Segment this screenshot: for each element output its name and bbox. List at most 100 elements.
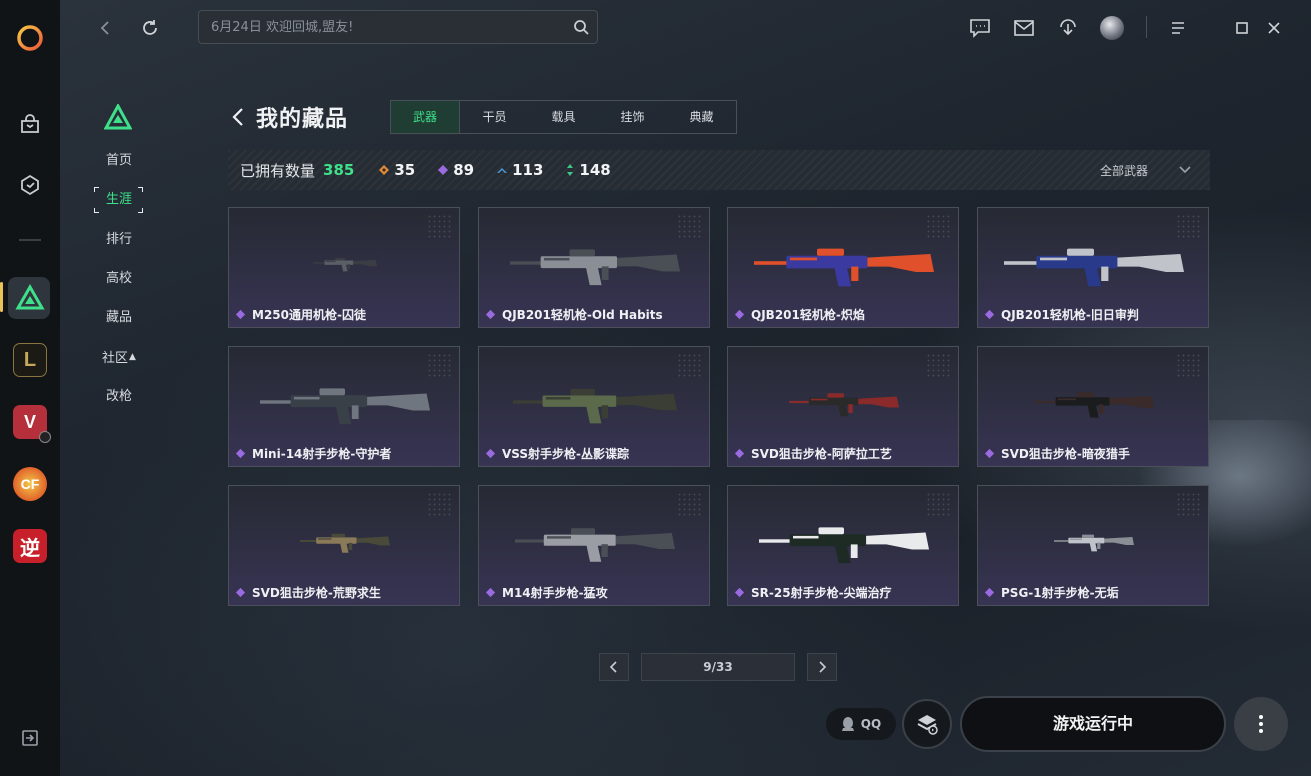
weapon-image <box>1004 248 1184 287</box>
collection-card[interactable]: SVD狙击步枪-荒野求生 <box>228 485 460 606</box>
card-caption: SVD狙击步枪-暗夜猎手 <box>984 445 1130 462</box>
weapon-name: QJB201轻机枪-炽焰 <box>751 308 865 322</box>
tab-charms[interactable]: 挂饰 <box>598 101 667 133</box>
weapon-image <box>313 257 377 272</box>
collection-card[interactable]: M250通用机枪-囚徒 <box>228 207 460 328</box>
purple-rarity-icon <box>235 309 246 320</box>
page-title: 我的藏品 <box>256 107 349 132</box>
weapon-image <box>759 527 929 564</box>
subnav-item-community-label: 社区 <box>102 351 129 366</box>
weapon-image <box>1054 534 1134 552</box>
subnav-item-home[interactable]: 首页 <box>94 148 144 174</box>
weapon-name: M14射手步枪-猛攻 <box>502 586 608 600</box>
game-running-button[interactable]: 游戏运行中 <box>960 696 1226 752</box>
menu-icon[interactable] <box>1162 12 1194 44</box>
weapon-name: M250通用机枪-囚徒 <box>252 308 366 322</box>
more-options-button[interactable] <box>1234 697 1288 751</box>
qq-penguin-icon <box>841 717 854 731</box>
league-of-legends-icon[interactable]: L <box>10 340 50 380</box>
subnav-item-gunsmith[interactable]: 改枪 <box>94 384 144 410</box>
collection-stats-bar: 已拥有数量 385 35 89 113 148 全部武器 <box>228 150 1210 190</box>
weapon-name: VSS射手步枪-丛影谍踪 <box>502 447 630 461</box>
chat-icon[interactable] <box>964 12 996 44</box>
qq-button[interactable]: QQ <box>826 708 896 740</box>
nizhan-game-icon[interactable]: 逆 <box>10 526 50 566</box>
purple-rarity-icon <box>984 448 995 459</box>
subnav-item-community[interactable]: 社区▲ <box>94 344 144 370</box>
subnav-item-collection[interactable]: 藏品 <box>94 305 144 331</box>
active-corner-br <box>138 208 143 213</box>
card-caption: QJB201轻机枪-Old Habits <box>485 306 663 323</box>
blue-chevron-icon <box>497 168 508 173</box>
download-icon[interactable] <box>1052 12 1084 44</box>
weapon-name: SVD狙击步枪-荒野求生 <box>252 586 381 600</box>
vertical-dots-icon <box>1259 715 1263 733</box>
user-avatar[interactable] <box>1096 12 1128 44</box>
page-indicator: 9/33 <box>641 653 795 681</box>
subnav-item-campus[interactable]: 高校 <box>94 266 144 292</box>
collection-card[interactable]: SVD狙击步枪-暗夜猎手 <box>977 346 1209 467</box>
collection-card[interactable]: QJB201轻机枪-旧日审判 <box>977 207 1209 328</box>
layers-button[interactable] <box>902 699 952 749</box>
weapon-image <box>754 248 934 287</box>
close-icon[interactable] <box>1258 12 1290 44</box>
collection-card[interactable]: SVD狙击步枪-阿萨拉工艺 <box>727 346 959 467</box>
delta-force-logo-icon <box>103 102 133 134</box>
nav-back-icon[interactable] <box>90 12 122 44</box>
rail-active-indicator <box>0 282 3 312</box>
tab-weapons[interactable]: 武器 <box>391 101 460 133</box>
collection-card[interactable]: VSS射手步枪-丛影谍踪 <box>478 346 710 467</box>
collection-card[interactable]: QJB201轻机枪-炽焰 <box>727 207 959 328</box>
card-caption: PSG-1射手步枪-无垢 <box>984 584 1119 601</box>
purple-rarity-icon <box>485 448 496 459</box>
maximize-icon[interactable] <box>1226 12 1258 44</box>
stat-blue-count: 113 <box>512 161 544 179</box>
refresh-icon[interactable] <box>134 12 166 44</box>
weapon-image <box>789 393 899 417</box>
tab-operators[interactable]: 干员 <box>460 101 529 133</box>
purple-rarity-icon <box>734 309 745 320</box>
card-caption: Mini-14射手步枪-守护者 <box>235 445 391 462</box>
tab-collectibles[interactable]: 典藏 <box>667 101 736 133</box>
delta-force-game-icon[interactable] <box>10 278 50 318</box>
chevron-up-icon: ▲ <box>129 352 136 362</box>
purple-rarity-icon <box>984 587 995 598</box>
search-input[interactable] <box>199 11 559 43</box>
weapon-name: SVD狙击步枪-暗夜猎手 <box>1001 447 1130 461</box>
collapse-sidebar-icon[interactable] <box>10 718 50 758</box>
store-bag-icon[interactable] <box>10 104 50 144</box>
search-icon[interactable] <box>573 19 589 35</box>
tab-vehicles[interactable]: 载具 <box>529 101 598 133</box>
valorant-game-icon[interactable]: V <box>10 402 51 443</box>
owned-count-total: 385 <box>323 161 355 179</box>
weapon-image <box>510 249 680 286</box>
orange-gem-icon <box>379 165 390 175</box>
collection-card[interactable]: PSG-1射手步枪-无垢 <box>977 485 1209 606</box>
next-page-button[interactable] <box>807 653 837 681</box>
subnav-item-career[interactable]: 生涯 <box>94 187 144 213</box>
card-caption: SVD狙击步枪-阿萨拉工艺 <box>734 445 892 462</box>
weapon-image <box>300 533 390 553</box>
top-bar <box>60 0 1311 56</box>
layers-icon <box>917 715 938 735</box>
app-logo-icon[interactable] <box>10 18 50 58</box>
card-caption: M250通用机枪-囚徒 <box>235 306 366 323</box>
collection-card[interactable]: M14射手步枪-猛攻 <box>478 485 710 606</box>
collection-card[interactable]: Mini-14射手步枪-守护者 <box>228 346 460 467</box>
card-caption: QJB201轻机枪-炽焰 <box>734 306 865 323</box>
prev-page-button[interactable] <box>599 653 629 681</box>
search-bar[interactable] <box>198 10 598 44</box>
collection-card[interactable]: SR-25射手步枪-尖端治疗 <box>727 485 959 606</box>
purple-rarity-icon <box>235 587 246 598</box>
collection-card[interactable]: QJB201轻机枪-Old Habits <box>478 207 710 328</box>
weapon-name: QJB201轻机枪-Old Habits <box>502 308 663 322</box>
mail-icon[interactable] <box>1008 12 1040 44</box>
weapon-image <box>260 388 430 425</box>
games-cube-icon[interactable] <box>10 165 50 205</box>
purple-rarity-icon <box>485 309 496 320</box>
crossfire-game-icon[interactable]: CF <box>10 464 50 504</box>
weapon-filter-dropdown[interactable]: 全部武器 <box>1100 150 1192 190</box>
weapon-filter-label: 全部武器 <box>1099 163 1148 178</box>
subnav-item-ranking[interactable]: 排行 <box>94 227 144 253</box>
back-arrow-icon[interactable] <box>228 106 250 128</box>
